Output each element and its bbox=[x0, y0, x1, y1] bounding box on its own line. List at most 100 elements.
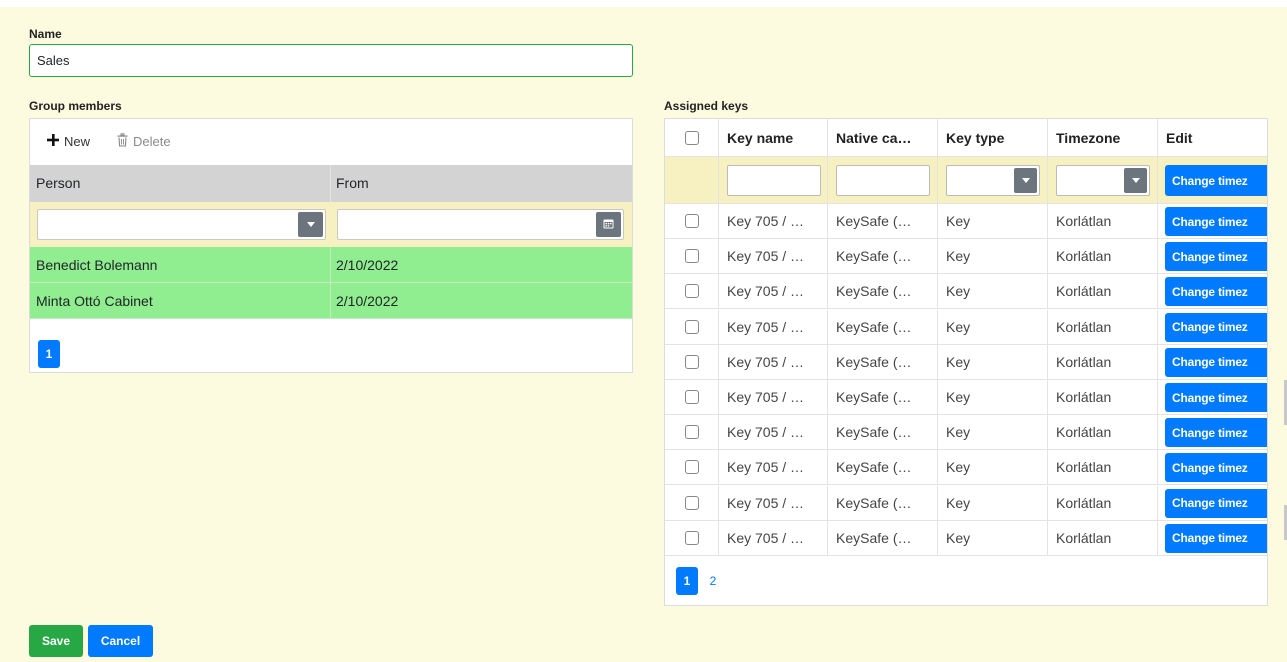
edit-cell: Change timez bbox=[1157, 274, 1267, 309]
change-timezone-button[interactable]: Change timez bbox=[1165, 383, 1267, 412]
row-checkbox[interactable] bbox=[684, 425, 699, 440]
group-members-title: Group members bbox=[29, 99, 122, 113]
row-select-cell bbox=[665, 310, 718, 344]
native-category-cell: KeySafe (… bbox=[827, 204, 937, 238]
caret-down-icon bbox=[1021, 178, 1030, 183]
column-header-key-type[interactable]: Key type bbox=[937, 119, 1047, 156]
key-type-cell: Key bbox=[937, 274, 1047, 309]
delete-button[interactable]: Delete bbox=[116, 133, 171, 150]
timezone-filter-combo[interactable] bbox=[1056, 165, 1150, 196]
edit-cell: Change timez bbox=[1157, 380, 1267, 414]
change-timezone-button[interactable]: Change timez bbox=[1165, 488, 1267, 518]
key-name-cell: Key 705 / … bbox=[718, 485, 827, 520]
row-checkbox[interactable] bbox=[684, 284, 699, 299]
table-row[interactable]: Minta Ottó Cabinet 2/10/2022 bbox=[30, 283, 632, 319]
change-timezone-button[interactable]: Change timez bbox=[1165, 207, 1267, 236]
save-button[interactable]: Save bbox=[29, 625, 83, 657]
column-header-timezone[interactable]: Timezone bbox=[1047, 119, 1157, 156]
calendar-button[interactable] bbox=[596, 212, 621, 237]
change-timezone-button[interactable]: Change timez bbox=[1165, 312, 1267, 342]
group-members-grid: New Delete Person From Benedict Bolemann… bbox=[29, 118, 633, 373]
pagination-page-2[interactable]: 2 bbox=[702, 567, 724, 595]
from-filter-datepicker[interactable] bbox=[337, 209, 624, 240]
change-timezone-all-button[interactable]: Change timez bbox=[1165, 165, 1267, 196]
change-timezone-button[interactable]: Change timez bbox=[1165, 453, 1267, 483]
grid-header: Person From bbox=[30, 165, 632, 202]
row-checkbox[interactable] bbox=[684, 460, 699, 475]
table-row[interactable]: Key 705 / … KeySafe (… Key Korlátlan Change … bbox=[665, 485, 1267, 521]
key-type-cell: Key bbox=[937, 450, 1047, 485]
cancel-button[interactable]: Cancel bbox=[88, 625, 153, 657]
timezone-cell: Korlátlan bbox=[1047, 239, 1157, 274]
change-timezone-button[interactable]: Change timez bbox=[1165, 242, 1267, 272]
row-checkbox[interactable] bbox=[684, 214, 699, 228]
key-type-cell: Key bbox=[937, 309, 1047, 344]
change-timezone-button[interactable]: Change timez bbox=[1165, 418, 1267, 448]
edit-cell: Change timez bbox=[1157, 204, 1267, 238]
table-row[interactable]: Key 705 / … KeySafe (… Key Korlátlan Change … bbox=[665, 380, 1267, 415]
person-filter-combo[interactable] bbox=[37, 209, 326, 240]
name-label: Name bbox=[29, 27, 62, 41]
dropdown-button[interactable] bbox=[1014, 168, 1037, 193]
name-input[interactable] bbox=[29, 44, 633, 77]
table-row[interactable]: Key 705 / … KeySafe (… Key Korlátlan Change … bbox=[665, 239, 1267, 275]
pagination-page-1[interactable]: 1 bbox=[676, 567, 698, 595]
trash-icon bbox=[116, 133, 129, 150]
timezone-cell: Korlátlan bbox=[1047, 415, 1157, 450]
table-row[interactable]: Key 705 / … KeySafe (… Key Korlátlan Change … bbox=[665, 520, 1267, 556]
native-category-filter-input[interactable] bbox=[836, 165, 930, 196]
key-type-cell: Key bbox=[937, 239, 1047, 274]
table-row[interactable]: Key 705 / … KeySafe (… Key Korlátlan Change … bbox=[665, 274, 1267, 310]
grid-toolbar: New Delete bbox=[30, 119, 632, 165]
pagination-page-1[interactable]: 1 bbox=[38, 340, 60, 368]
key-name-cell: Key 705 / … bbox=[718, 520, 827, 555]
row-checkbox[interactable] bbox=[684, 495, 699, 510]
key-name-cell: Key 705 / … bbox=[718, 204, 827, 238]
column-header-person[interactable]: Person bbox=[30, 165, 326, 202]
column-header-edit[interactable]: Edit bbox=[1157, 119, 1267, 156]
new-button[interactable]: New bbox=[46, 133, 90, 150]
row-checkbox[interactable] bbox=[684, 319, 699, 334]
row-select-cell bbox=[665, 239, 718, 273]
native-category-cell: KeySafe (… bbox=[827, 239, 937, 274]
table-row[interactable]: Key 705 / … KeySafe (… Key Korlátlan Change … bbox=[665, 415, 1267, 451]
change-timezone-button[interactable]: Change timez bbox=[1165, 277, 1267, 307]
column-header-from[interactable]: From bbox=[330, 165, 630, 202]
table-row[interactable]: Key 705 / … KeySafe (… Key Korlátlan Change … bbox=[665, 309, 1267, 345]
key-name-cell: Key 705 / … bbox=[718, 415, 827, 450]
row-select-cell bbox=[665, 274, 718, 308]
select-all-checkbox[interactable] bbox=[684, 130, 699, 145]
timezone-cell: Korlátlan bbox=[1047, 380, 1157, 414]
edit-cell: Change timez bbox=[1157, 344, 1267, 379]
column-header-key-name[interactable]: Key name bbox=[718, 119, 827, 156]
row-checkbox[interactable] bbox=[684, 530, 699, 545]
edit-cell: Change timez bbox=[1157, 520, 1267, 555]
key-name-cell: Key 705 / … bbox=[718, 344, 827, 379]
table-row[interactable]: Key 705 / … KeySafe (… Key Korlátlan Change … bbox=[665, 344, 1267, 380]
from-cell: 2/10/2022 bbox=[336, 257, 399, 273]
row-select-cell bbox=[665, 415, 718, 449]
dropdown-button[interactable] bbox=[298, 212, 323, 237]
native-category-cell: KeySafe (… bbox=[827, 450, 937, 485]
table-row[interactable]: Key 705 / … KeySafe (… Key Korlátlan Change … bbox=[665, 204, 1267, 239]
select-all-cell bbox=[665, 119, 718, 156]
column-header-native-category[interactable]: Native ca… bbox=[827, 119, 937, 156]
edit-cell: Change timez bbox=[1157, 450, 1267, 485]
row-checkbox[interactable] bbox=[684, 390, 699, 404]
row-checkbox[interactable] bbox=[684, 249, 699, 264]
table-row[interactable]: Benedict Bolemann 2/10/2022 bbox=[30, 247, 632, 283]
from-cell: 2/10/2022 bbox=[336, 293, 399, 309]
caret-down-icon bbox=[1131, 178, 1140, 183]
caret-down-icon bbox=[306, 222, 315, 227]
assigned-keys-title: Assigned keys bbox=[664, 99, 749, 113]
row-checkbox[interactable] bbox=[684, 354, 699, 369]
change-timezone-button[interactable]: Change timez bbox=[1165, 523, 1267, 553]
native-category-cell: KeySafe (… bbox=[827, 274, 937, 309]
table-row[interactable]: Key 705 / … KeySafe (… Key Korlátlan Change … bbox=[665, 450, 1267, 486]
dropdown-button[interactable] bbox=[1124, 168, 1147, 193]
change-timezone-button[interactable]: Change timez bbox=[1165, 347, 1267, 377]
key-name-filter-input[interactable] bbox=[727, 165, 821, 196]
delete-button-label: Delete bbox=[133, 134, 171, 149]
assigned-keys-grid: Key name Native ca… Key type Timezone Ed… bbox=[664, 118, 1268, 606]
key-type-filter-combo[interactable] bbox=[946, 165, 1040, 196]
